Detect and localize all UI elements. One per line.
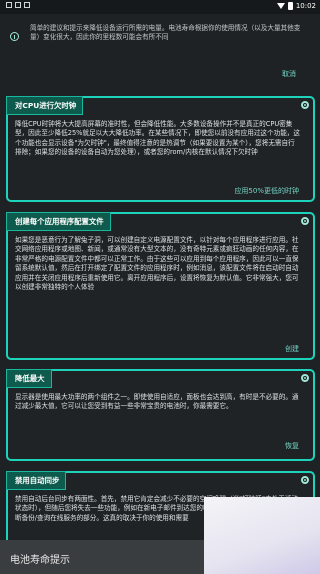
restore-button[interactable]: 恢复	[285, 441, 299, 451]
card-underclock-cpu: 对CPU进行欠时钟 降低CPU时钟将大大提高屏幕的准时性，但会降低性能。大多数设…	[6, 96, 315, 202]
card-body: 显示器是使用最大功率的两个组件之一。即使使用自适应，面板也会达到高，有时是不必要…	[15, 393, 299, 411]
notification-icon	[6, 2, 12, 8]
card-title: 降低最大	[6, 369, 52, 388]
gear-icon[interactable]	[301, 476, 309, 484]
overlay-decoration	[204, 497, 320, 574]
status-bar: 10:02	[0, 0, 320, 14]
card-title: 对CPU进行欠时钟	[6, 96, 84, 115]
info-icon	[10, 32, 19, 41]
status-time: 10:02	[295, 2, 316, 10]
notification-icons	[6, 2, 30, 8]
card-lower-max-brightness: 降低最大 显示器是使用最大功率的两个组件之一。即使使用自适应，面板也会达到高，有…	[6, 369, 315, 461]
card-body: 如果您是恶意行为了解兔子洞，可以创建自定义电源配置文件，以针对每个应用程序进行应…	[15, 236, 299, 292]
dismiss-button[interactable]: 取消	[282, 69, 296, 79]
wifi-icon	[276, 3, 285, 9]
gear-icon[interactable]	[301, 374, 309, 382]
notification-icon	[24, 2, 30, 8]
card-title: 禁用自动同步	[6, 471, 67, 490]
create-button[interactable]: 创建	[285, 344, 299, 354]
gear-icon[interactable]	[301, 101, 309, 109]
card-body: 降低CPU时钟将大大提高屏幕的准时性，但会降低性能。大多数设备操作并不是真正的C…	[15, 120, 300, 157]
status-right: 10:02	[276, 2, 316, 10]
gear-icon[interactable]	[301, 217, 309, 225]
battery-icon	[287, 2, 293, 10]
bottom-title: 电池寿命提示	[10, 555, 70, 566]
card-title: 创建每个应用程序配置文件	[6, 212, 111, 231]
apply-lower-clock-button[interactable]: 应用50%更低的时钟	[234, 186, 299, 196]
card-per-app-profile: 创建每个应用程序配置文件 如果您是恶意行为了解兔子洞，可以创建自定义电源配置文件…	[6, 212, 315, 360]
intro-text: 简单的建议和提示来降低设备运行所需的电量。电池寿命根据你的使用情况（以及大量其他…	[30, 24, 301, 42]
notification-icon	[15, 2, 21, 8]
